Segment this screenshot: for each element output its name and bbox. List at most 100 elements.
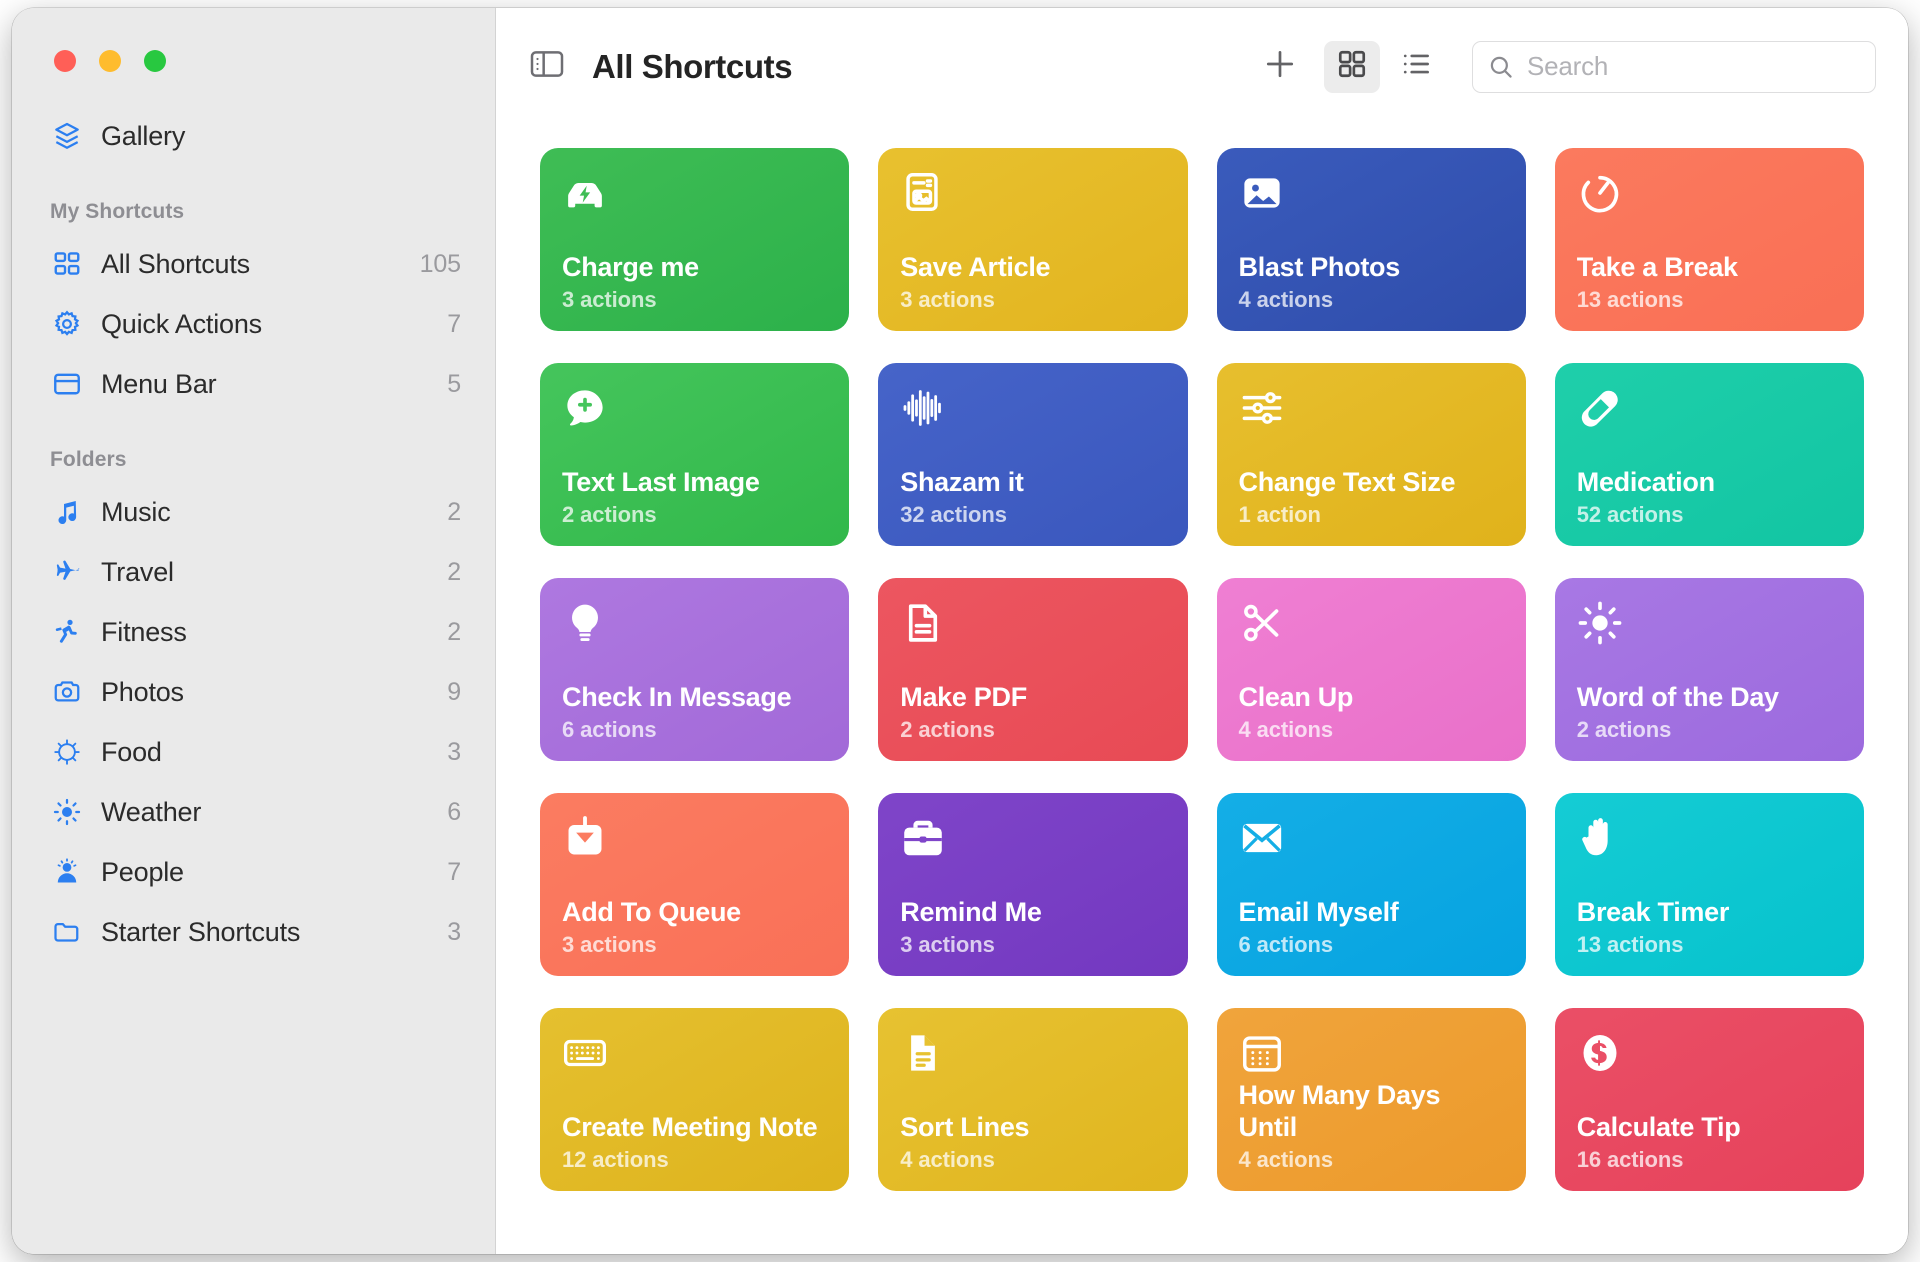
lightbulb-icon xyxy=(562,600,608,646)
shortcut-card-text: Charge me 3 actions xyxy=(562,252,827,313)
sidebar-item-photos[interactable]: Photos 9 xyxy=(12,662,495,722)
scissors-icon xyxy=(1239,600,1285,646)
photo-icon xyxy=(1239,170,1285,216)
shortcut-card-action-count: 16 actions xyxy=(1576,1147,1684,1172)
shortcut-card[interactable]: Calculate Tip 16 actions xyxy=(1554,1008,1864,1191)
shortcut-card-action-count: 2 actions xyxy=(900,717,995,742)
envelope-icon xyxy=(1239,815,1285,861)
sidebar-item-weather[interactable]: Weather 6 xyxy=(12,782,495,842)
shortcut-card-action-count: 4 actions xyxy=(900,1147,995,1172)
sidebar-item-count: 2 xyxy=(447,497,461,526)
sun-rays-icon xyxy=(1577,600,1623,646)
shortcut-card-title: How Many Days Until xyxy=(1238,1080,1441,1142)
sidebar-item-label: People xyxy=(101,856,184,887)
sidebar-item-travel[interactable]: Travel 2 xyxy=(12,542,495,602)
article-icon xyxy=(900,170,946,216)
sidebar-section-my-shortcuts: My Shortcuts xyxy=(50,200,185,223)
shortcut-card-text: Add To Queue 3 actions xyxy=(562,897,827,958)
shortcut-card-title: Remind Me xyxy=(900,896,1042,927)
shortcut-card-action-count: 2 actions xyxy=(562,502,657,527)
shortcut-card-text: Clean Up 4 actions xyxy=(1239,682,1504,743)
sidebar-item-quick-actions[interactable]: Quick Actions 7 xyxy=(12,294,495,354)
shortcut-card[interactable]: How Many Days Until 4 actions xyxy=(1216,1008,1526,1191)
message-plus-icon xyxy=(562,385,608,431)
sidebar-item-label: Fitness xyxy=(101,616,187,647)
shortcut-card[interactable]: Sort Lines 4 actions xyxy=(878,1008,1188,1191)
shortcut-card-text: Check In Message 6 actions xyxy=(562,682,827,743)
sidebar-item-count: 7 xyxy=(447,857,461,886)
calendar-icon xyxy=(1239,1030,1285,1076)
download-box-icon xyxy=(562,815,608,861)
sidebar-toggle-button[interactable] xyxy=(524,44,570,90)
shortcut-card[interactable]: Take a Break 13 actions xyxy=(1554,148,1864,331)
camera-icon xyxy=(50,675,84,709)
shortcut-card[interactable]: Create Meeting Note 12 actions xyxy=(540,1008,850,1191)
keyboard-icon xyxy=(562,1030,608,1076)
sidebar-item-music[interactable]: Music 2 xyxy=(12,482,495,542)
toolbar: All Shortcuts xyxy=(496,8,1908,125)
shortcut-card-action-count: 3 actions xyxy=(562,287,657,312)
add-shortcut-button[interactable] xyxy=(1252,41,1308,93)
shortcut-card[interactable]: Make PDF 2 actions xyxy=(878,578,1188,761)
shortcut-card[interactable]: Remind Me 3 actions xyxy=(878,793,1188,976)
sidebar-item-label: Starter Shortcuts xyxy=(101,916,301,947)
search-box[interactable] xyxy=(1472,40,1876,93)
shortcut-card-action-count: 4 actions xyxy=(1238,287,1334,312)
sidebar: Gallery My Shortcuts All Shortcuts 105 Q… xyxy=(12,8,496,1254)
sidebar-section-folders: Folders xyxy=(50,448,127,471)
shortcut-card-title: Break Timer xyxy=(1576,896,1730,927)
shortcut-card-text: Create Meeting Note 12 actions xyxy=(562,1112,827,1173)
shortcut-card[interactable]: Add To Queue 3 actions xyxy=(540,793,850,976)
person-icon xyxy=(50,855,84,889)
shortcut-card-title: Take a Break xyxy=(1576,251,1738,282)
sidebar-item-fitness[interactable]: Fitness 2 xyxy=(12,602,495,662)
list-view-button[interactable] xyxy=(1388,41,1444,93)
shortcut-card-text: Text Last Image 2 actions xyxy=(562,467,827,528)
shortcut-card[interactable]: Blast Photos 4 actions xyxy=(1216,148,1526,331)
search-input[interactable] xyxy=(1527,51,1861,82)
shortcuts-grid-scroll-area[interactable]: Charge me 3 actions Save Article 3 actions B… xyxy=(496,125,1908,1254)
pill-icon xyxy=(1577,385,1623,431)
shortcut-card-title: Save Article xyxy=(900,251,1051,282)
sidebar-item-gallery[interactable]: Gallery xyxy=(12,106,495,166)
sidebar-item-label: Weather xyxy=(101,796,202,827)
traffic-lights xyxy=(54,50,166,72)
shortcut-card-action-count: 13 actions xyxy=(1576,287,1684,312)
shortcut-card[interactable]: Check In Message 6 actions xyxy=(540,578,850,761)
shortcut-card[interactable]: Break Timer 13 actions xyxy=(1554,793,1864,976)
minimize-button[interactable] xyxy=(99,50,121,72)
dollar-circle-icon xyxy=(1577,1030,1623,1076)
shortcut-card[interactable]: Text Last Image 2 actions xyxy=(540,363,850,546)
shortcut-card-title: Word of the Day xyxy=(1576,681,1779,712)
shortcuts-window: Gallery My Shortcuts All Shortcuts 105 Q… xyxy=(12,8,1908,1254)
shortcut-card-action-count: 6 actions xyxy=(1238,932,1334,957)
shortcut-card[interactable]: Clean Up 4 actions xyxy=(1216,578,1526,761)
running-person-icon xyxy=(50,615,84,649)
zoom-button[interactable] xyxy=(144,50,166,72)
shortcut-card-text: Take a Break 13 actions xyxy=(1577,252,1842,313)
shortcut-card[interactable]: Save Article 3 actions xyxy=(878,148,1188,331)
shortcut-card[interactable]: Change Text Size 1 action xyxy=(1216,363,1526,546)
document-lines-icon xyxy=(900,1030,946,1076)
shortcut-card[interactable]: Shazam it 32 actions xyxy=(878,363,1188,546)
shortcut-card-action-count: 3 actions xyxy=(562,932,657,957)
sidebar-item-food[interactable]: Food 3 xyxy=(12,722,495,782)
shortcut-card-title: Email Myself xyxy=(1238,896,1399,927)
hand-raised-icon xyxy=(1577,815,1623,861)
shortcut-card-title: Sort Lines xyxy=(900,1111,1030,1142)
fork-circle-icon xyxy=(50,735,84,769)
shortcut-card[interactable]: Word of the Day 2 actions xyxy=(1554,578,1864,761)
sidebar-item-label: All Shortcuts xyxy=(101,248,250,279)
grid-view-button[interactable] xyxy=(1324,40,1380,93)
sidebar-item-menu-bar[interactable]: Menu Bar 5 xyxy=(12,354,495,414)
sidebar-item-people[interactable]: People 7 xyxy=(12,842,495,902)
sidebar-item-all-shortcuts[interactable]: All Shortcuts 105 xyxy=(12,234,495,294)
shortcut-card-action-count: 52 actions xyxy=(1576,502,1684,527)
briefcase-icon xyxy=(900,815,946,861)
shortcut-card[interactable]: Email Myself 6 actions xyxy=(1216,793,1526,976)
close-button[interactable] xyxy=(54,50,76,72)
sidebar-item-starter-shortcuts[interactable]: Starter Shortcuts 3 xyxy=(12,902,495,962)
shortcut-card[interactable]: Medication 52 actions xyxy=(1554,363,1864,546)
shortcut-card[interactable]: Charge me 3 actions xyxy=(540,148,850,331)
